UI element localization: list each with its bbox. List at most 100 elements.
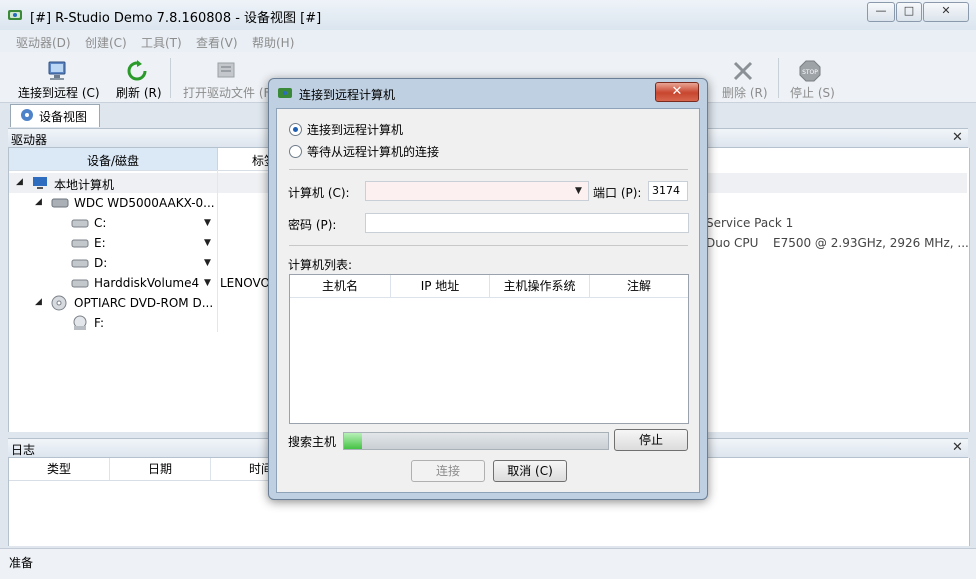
window-title: [#] R-Studio Demo 7.8.160808 - 设备视图 [#] [30, 11, 322, 26]
log-panel-title: 日志 [11, 443, 36, 457]
tree-row-c[interactable]: C: ▼ [9, 213, 217, 233]
computer-list[interactable]: 主机名 IP 地址 主机操作系统 注解 [289, 274, 689, 424]
chevron-down-icon[interactable]: ▼ [204, 258, 211, 268]
tab-device-view[interactable]: 设备视图 [10, 104, 100, 127]
tree-label: D: [94, 256, 108, 270]
tab-device-view-label: 设备视图 [39, 110, 88, 124]
chevron-down-icon[interactable]: ▼ [204, 238, 211, 248]
menu-drives[interactable]: 驱动器(D) [16, 34, 71, 51]
list-column-hostname[interactable]: 主机名 [290, 275, 391, 297]
computer-label: 计算机 (C): [288, 186, 350, 200]
stop-button[interactable]: 停止 (S) [790, 84, 835, 101]
close-drives-panel-icon[interactable]: ✕ [952, 130, 963, 145]
refresh-icon [127, 60, 147, 81]
separator [289, 245, 688, 246]
volume-icon [71, 259, 89, 268]
svg-text:STOP: STOP [802, 69, 818, 76]
port-label: 端口 (P): [593, 186, 642, 200]
toolbar-separator [170, 58, 171, 98]
delete-icon [733, 61, 753, 81]
port-value: 3174 [652, 184, 680, 197]
log-column-date[interactable]: 日期 [110, 458, 211, 480]
menu-help[interactable]: 帮助(H) [252, 34, 294, 51]
tree-row-d[interactable]: D: ▼ [9, 253, 217, 273]
chevron-down-icon[interactable]: ▼ [204, 218, 211, 228]
chevron-down-icon[interactable]: ▼ [575, 186, 582, 196]
password-label: 密码 (P): [288, 218, 337, 232]
volume-icon [71, 219, 89, 228]
tree-row-harddiskvolume4[interactable]: HarddiskVolume4 ▼ LENOVO [9, 273, 270, 293]
tree-label: 本地计算机 [54, 178, 115, 192]
radio-connect-remote-label: 连接到远程计算机 [307, 123, 404, 137]
search-progress-bar [343, 432, 609, 450]
cd-volume-icon [73, 315, 87, 330]
tree-row-f[interactable]: F: [9, 313, 217, 333]
stop-icon: STOP [799, 60, 821, 82]
maximize-button[interactable]: □ [896, 2, 922, 22]
tree-label: C: [94, 216, 107, 230]
computer-list-label: 计算机列表: [288, 258, 353, 272]
computer-icon [33, 177, 47, 189]
dvd-drive-icon [51, 295, 67, 311]
cancel-button[interactable]: 取消 (C) [493, 460, 567, 482]
stop-search-button[interactable]: 停止 [614, 429, 688, 451]
separator [289, 169, 688, 170]
list-column-os[interactable]: 主机操作系统 [490, 275, 590, 297]
radio-connect-remote[interactable] [289, 123, 302, 136]
menu-tools[interactable]: 工具(T) [141, 34, 182, 51]
tree-label: F: [94, 316, 105, 330]
delete-button[interactable]: 删除 (R) [722, 84, 768, 101]
connect-button[interactable]: 连接 [411, 460, 485, 482]
volume-icon [71, 279, 89, 288]
close-window-button[interactable]: ✕ [923, 2, 969, 22]
open-drive-files-icon [217, 62, 235, 78]
port-input[interactable]: 3174 [648, 181, 688, 201]
r-studio-app-icon [8, 10, 22, 20]
dialog-body: 连接到远程计算机 等待从远程计算机的连接 计算机 (C): ▼ 端口 (P): … [276, 108, 700, 493]
refresh-button[interactable]: 刷新 (R) [116, 84, 162, 101]
password-input[interactable] [365, 213, 689, 233]
connect-remote-dialog: 连接到远程计算机 ✕ 连接到远程计算机 等待从远程计算机的连接 计算机 (C):… [268, 78, 708, 500]
tree-label: OPTIARC DVD-ROM D... [74, 296, 214, 310]
hard-disk-icon [51, 198, 69, 208]
volume-icon [71, 239, 89, 248]
tree-label: WDC WD5000AAKX-0... [74, 196, 215, 210]
search-host-label: 搜索主机 [288, 435, 337, 449]
device-view-icon [21, 109, 33, 121]
dialog-app-icon [278, 88, 292, 98]
chevron-down-icon[interactable]: ▼ [204, 278, 211, 288]
os-service-pack-text: Service Pack 1 [706, 216, 794, 230]
computer-combobox[interactable]: ▼ [365, 181, 589, 201]
tree-label: E: [94, 236, 106, 250]
volume-label: LENOVO [220, 276, 270, 290]
column-header-device[interactable]: 设备/磁盘 [9, 148, 218, 171]
status-bar: 准备 [0, 548, 976, 579]
drives-panel-title: 驱动器 [11, 133, 48, 147]
dialog-title: 连接到远程计算机 [299, 88, 396, 102]
radio-wait-connection-label: 等待从远程计算机的连接 [307, 145, 440, 159]
list-column-ip[interactable]: IP 地址 [391, 275, 490, 297]
tree-row-e[interactable]: E: ▼ [9, 233, 217, 253]
connect-remote-button[interactable]: 连接到远程 (C) [18, 84, 100, 101]
minimize-button[interactable]: — [867, 2, 895, 22]
menu-view[interactable]: 查看(V) [196, 34, 238, 51]
grid-divider [217, 170, 218, 332]
dialog-close-button[interactable]: ✕ [655, 82, 699, 102]
tree-row-optiarc[interactable]: ◢ OPTIARC DVD-ROM D... [9, 293, 217, 313]
open-drive-files-button[interactable]: 打开驱动文件 (F) [183, 84, 275, 101]
menu-create[interactable]: 创建(C) [85, 34, 127, 51]
tree-label: HarddiskVolume4 [94, 276, 200, 290]
cpu-info-text-a: Duo CPU [706, 236, 759, 250]
progress-fill [344, 433, 362, 449]
connect-remote-icon [48, 61, 66, 80]
list-column-notes[interactable]: 注解 [590, 275, 688, 297]
tree-row-wdc-disk[interactable]: ◢ WDC WD5000AAKX-0... [9, 193, 217, 213]
computer-list-header: 主机名 IP 地址 主机操作系统 注解 [290, 275, 688, 298]
column-header-device-label: 设备/磁盘 [87, 154, 140, 168]
status-text: 准备 [9, 556, 34, 570]
cpu-info-text-b: E7500 @ 2.93GHz, 2926 MHz, ... [773, 236, 969, 250]
toolbar-separator [778, 58, 779, 98]
radio-wait-connection[interactable] [289, 145, 302, 158]
log-column-type[interactable]: 类型 [9, 458, 110, 480]
close-log-panel-icon[interactable]: ✕ [952, 440, 963, 455]
